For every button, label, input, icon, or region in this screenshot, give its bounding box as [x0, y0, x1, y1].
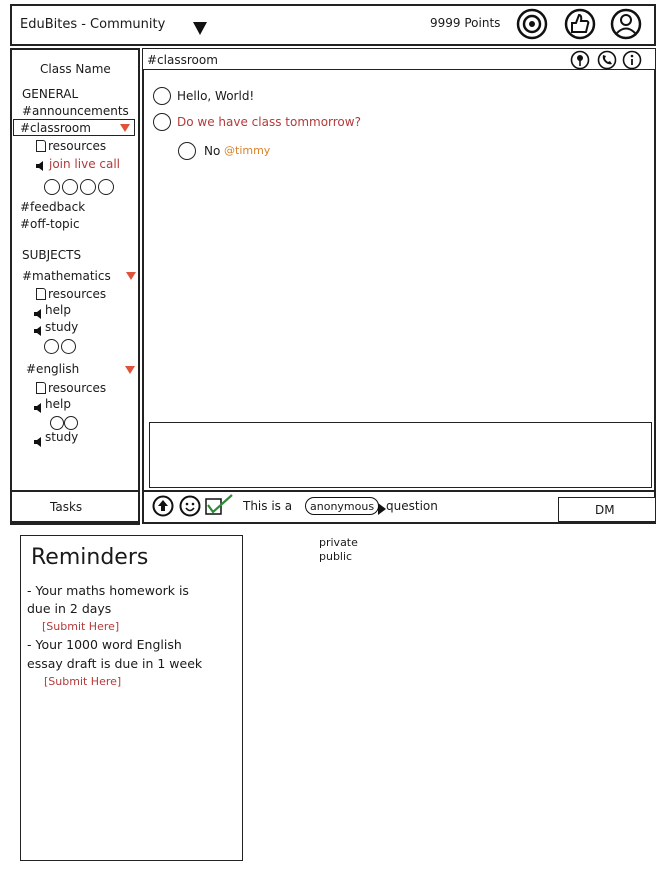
- english-help[interactable]: help: [45, 397, 71, 411]
- class-name: Class Name: [40, 62, 111, 76]
- english-study[interactable]: study: [45, 430, 78, 444]
- pin-icon[interactable]: [570, 50, 590, 74]
- reminders-title: Reminders: [31, 545, 149, 570]
- math-resources[interactable]: resources: [48, 287, 106, 301]
- dropdown-arrow-icon[interactable]: [378, 500, 386, 519]
- info-icon[interactable]: [622, 50, 642, 74]
- math-study[interactable]: study: [45, 320, 78, 334]
- channel-mathematics[interactable]: #mathematics: [22, 269, 111, 283]
- english-resources[interactable]: resources: [48, 381, 106, 395]
- call-participant-avatar: [64, 416, 78, 430]
- reply-avatar: [178, 142, 196, 160]
- mention-tag[interactable]: @timmy: [224, 144, 270, 157]
- anonymous-checkbox[interactable]: [205, 494, 235, 520]
- channel-name: #classroom: [147, 53, 218, 67]
- points-display: 9999 Points: [430, 16, 501, 30]
- eye-icon[interactable]: [516, 8, 548, 44]
- notification-flag-icon: [125, 366, 135, 374]
- call-participant-avatar: [62, 179, 78, 195]
- dropdown-option-public[interactable]: public: [319, 550, 352, 563]
- channel-feedback[interactable]: #feedback: [20, 200, 85, 214]
- document-icon: [36, 140, 46, 152]
- channel-announcements[interactable]: #announcements: [22, 104, 129, 118]
- call-participant-avatar: [50, 416, 64, 430]
- reminder-line: - Your 1000 word English: [27, 637, 182, 652]
- phone-icon[interactable]: [597, 50, 617, 74]
- call-participant-avatar: [80, 179, 96, 195]
- community-dropdown-icon[interactable]: [192, 20, 208, 40]
- submit-link[interactable]: [Submit Here]: [44, 675, 121, 688]
- profile-icon[interactable]: [610, 8, 642, 44]
- app-title: EduBites - Community: [20, 17, 166, 32]
- call-participant-avatar: [44, 339, 59, 354]
- call-participant-avatar: [98, 179, 114, 195]
- thumbs-up-icon[interactable]: [564, 8, 596, 44]
- general-heading: GENERAL: [22, 87, 79, 101]
- notification-flag-icon: [126, 272, 136, 280]
- tasks-label: Tasks: [50, 500, 83, 514]
- dm-label: DM: [595, 503, 615, 517]
- submit-link[interactable]: [Submit Here]: [42, 620, 119, 633]
- message-text: Hello, World!: [177, 89, 255, 103]
- upload-icon[interactable]: [152, 495, 174, 521]
- call-participant-avatar: [44, 179, 60, 195]
- message-input[interactable]: [149, 422, 652, 488]
- message-text: Do we have class tommorrow?: [177, 115, 361, 129]
- reminder-line: essay draft is due in 1 week: [27, 656, 203, 671]
- call-participant-avatar: [61, 339, 76, 354]
- channel-off-topic[interactable]: #off-topic: [20, 217, 80, 231]
- reminder-line: due in 2 days: [27, 601, 112, 616]
- anonymous-suffix: question: [386, 499, 438, 513]
- emoji-icon[interactable]: [179, 495, 201, 521]
- reply-text: No: [204, 144, 221, 158]
- classroom-resources[interactable]: resources: [48, 139, 106, 153]
- math-help[interactable]: help: [45, 303, 71, 317]
- document-icon: [36, 288, 46, 300]
- anonymous-prefix: This is a: [243, 499, 293, 513]
- speaker-icon: [35, 157, 48, 176]
- message-avatar: [153, 113, 171, 131]
- anonymous-option: anonymous: [310, 500, 375, 513]
- channel-classroom[interactable]: #classroom: [20, 121, 91, 135]
- reminder-line: - Your maths homework is: [27, 583, 189, 598]
- document-icon: [36, 382, 46, 394]
- subjects-heading: SUBJECTS: [22, 248, 82, 262]
- join-live-call[interactable]: join live call: [49, 157, 120, 171]
- message-avatar: [153, 87, 171, 105]
- dropdown-option-private[interactable]: private: [319, 536, 358, 549]
- channel-english[interactable]: #english: [26, 362, 79, 376]
- notification-flag-icon: [120, 124, 130, 132]
